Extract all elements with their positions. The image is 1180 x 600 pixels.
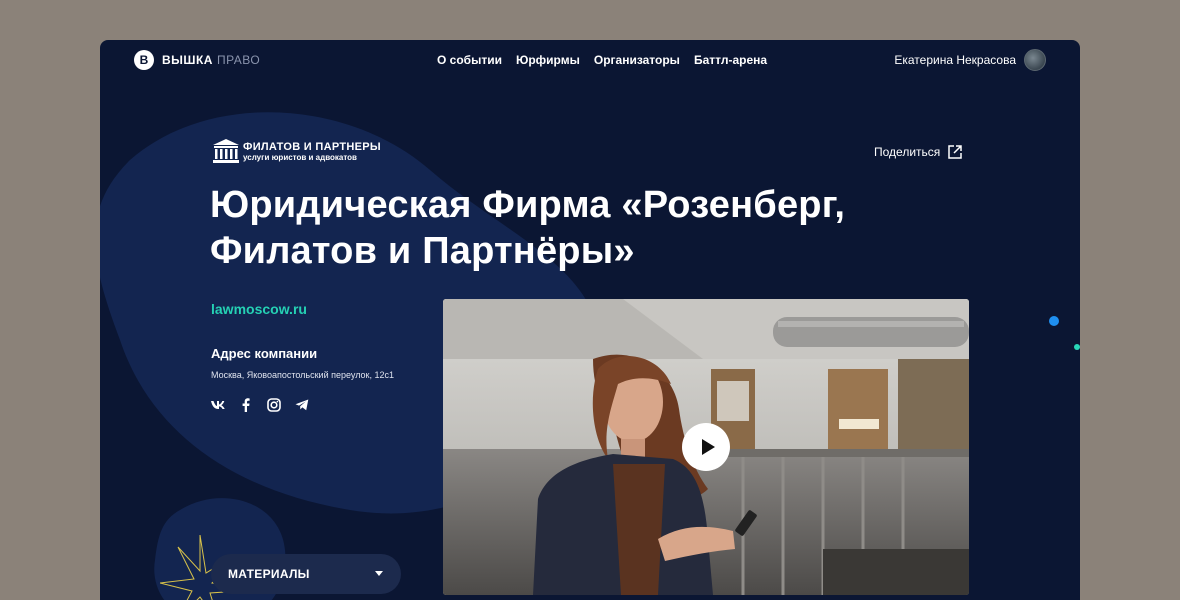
page-title-line-2: Филатов и Партнёры» (210, 230, 635, 272)
firm-logo: ФИЛАТОВ И ПАРТНЕРЫ услуги юристов и адво… (212, 138, 381, 164)
courthouse-icon (213, 139, 239, 163)
vk-icon[interactable] (211, 398, 225, 412)
hse-logo-icon: В (134, 50, 154, 70)
page-title-line-1: Юридическая Фирма «Розенберг, (210, 184, 846, 226)
top-bar: В ВЫШКА ПРАВО О событии Юрфирмы Организа… (100, 40, 1080, 82)
user-menu[interactable]: Екатерина Некрасова (894, 49, 1046, 71)
firm-logo-name: ФИЛАТОВ И ПАРТНЕРЫ (243, 140, 381, 153)
materials-label: МАТЕРИАЛЫ (228, 567, 310, 581)
nav-item-law-firms[interactable]: Юрфирмы (516, 53, 580, 67)
main-nav: О событии Юрфирмы Организаторы Баттл-аре… (437, 53, 767, 67)
decorative-dot-blue (1049, 316, 1059, 326)
facebook-icon[interactable] (239, 398, 253, 412)
video-player[interactable] (443, 299, 969, 595)
site-logo[interactable]: В ВЫШКА ПРАВО (134, 50, 260, 70)
play-button[interactable] (682, 423, 730, 471)
address-heading: Адрес компании (211, 346, 318, 361)
avatar[interactable] (1024, 49, 1046, 71)
chevron-down-icon (375, 571, 383, 576)
app-window: В ВЫШКА ПРАВО О событии Юрфирмы Организа… (100, 40, 1080, 600)
instagram-icon[interactable] (267, 398, 281, 412)
social-links (211, 398, 309, 412)
nav-item-organizers[interactable]: Организаторы (594, 53, 680, 67)
nav-item-about[interactable]: О событии (437, 53, 502, 67)
share-button[interactable]: Поделиться (874, 145, 963, 159)
share-label: Поделиться (874, 145, 941, 159)
firm-website-link[interactable]: lawmoscow.ru (211, 301, 307, 317)
nav-item-battle-arena[interactable]: Баттл-арена (694, 53, 767, 67)
play-icon (701, 439, 715, 455)
decorative-dot-green (1074, 344, 1080, 350)
materials-dropdown[interactable]: МАТЕРИАЛЫ (211, 554, 401, 594)
user-name: Екатерина Некрасова (894, 53, 1016, 67)
logo-text: ВЫШКА (162, 53, 213, 67)
telegram-icon[interactable] (295, 398, 309, 412)
address-text: Москва, Яковоапостольский переулок, 12с1 (211, 370, 395, 380)
external-link-icon (948, 145, 963, 159)
firm-logo-tagline: услуги юристов и адвокатов (243, 152, 357, 162)
logo-subtitle: ПРАВО (216, 53, 261, 67)
page-title: Юридическая Фирма «Розенберг, Филатов и … (210, 182, 990, 274)
